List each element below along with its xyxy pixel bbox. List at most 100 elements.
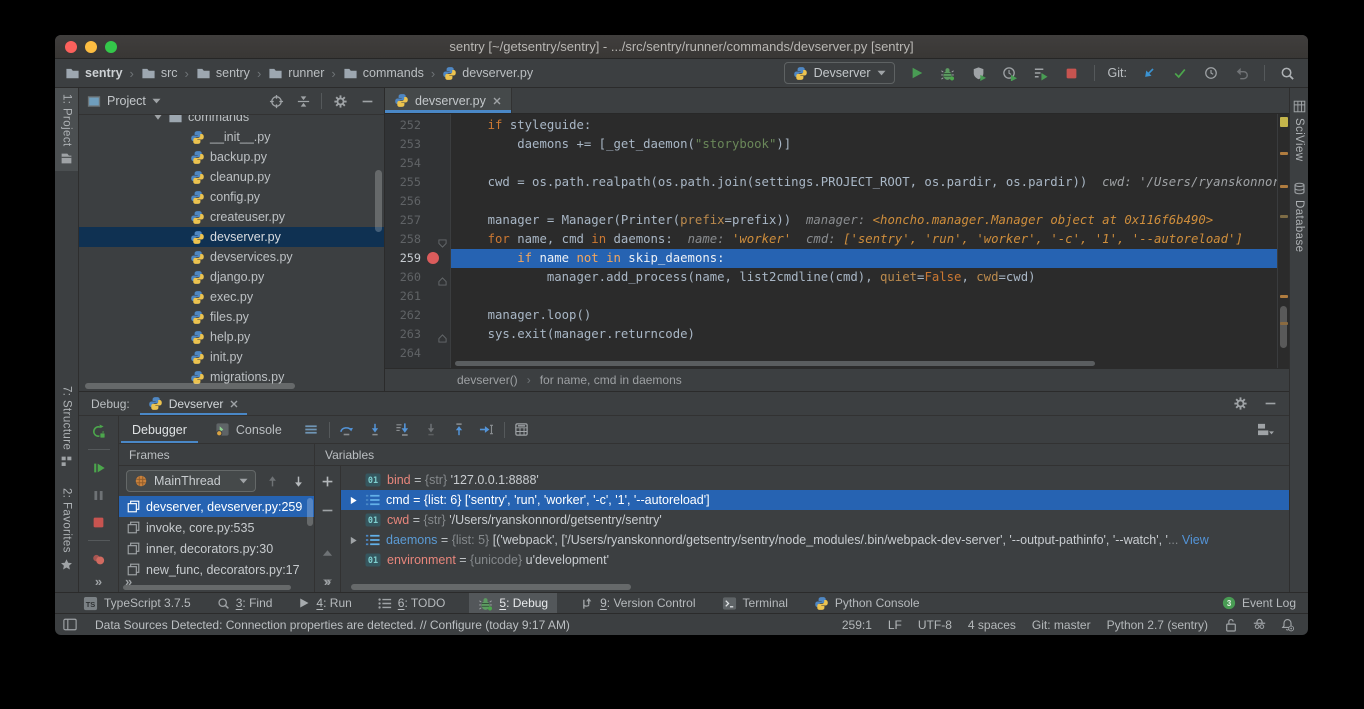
- line-number[interactable]: 260: [385, 268, 421, 287]
- project-panel-title[interactable]: Project: [107, 94, 146, 108]
- toggle-panels-icon[interactable]: [63, 618, 77, 631]
- next-frame-button[interactable]: [289, 472, 307, 490]
- code-line-254[interactable]: 254: [385, 154, 1289, 173]
- line-number[interactable]: 255: [385, 173, 421, 192]
- frames-vertical-scrollbar[interactable]: [307, 498, 313, 526]
- editor-horizontal-scrollbar[interactable]: [455, 361, 1095, 366]
- history-button[interactable]: [1202, 64, 1220, 82]
- toolwindow-button-Terminal[interactable]: Terminal: [720, 593, 790, 613]
- error-stripe-mark[interactable]: [1280, 322, 1288, 325]
- status-message[interactable]: Data Sources Detected: Connection proper…: [95, 618, 828, 632]
- code-line-252[interactable]: 252 if styleguide:: [385, 116, 1289, 135]
- breadcrumb-item[interactable]: runner: [268, 66, 324, 81]
- zoom-window-button[interactable]: [105, 41, 117, 53]
- tree-item-cleanup.py[interactable]: cleanup.py: [79, 167, 384, 187]
- variable-row-daemons[interactable]: daemons = {list: 5} [('webpack', ['/User…: [341, 530, 1289, 550]
- editor-vertical-scrollbar[interactable]: [1280, 306, 1287, 348]
- breakpoint-dot[interactable]: [427, 252, 439, 264]
- pause-button[interactable]: [90, 486, 108, 504]
- tree-item-commands[interactable]: commands: [79, 115, 384, 127]
- minimize-window-button[interactable]: [85, 41, 97, 53]
- toolwindow-button-Event Log[interactable]: 3Event Log: [1220, 596, 1298, 610]
- toolwindow-button-5: Debug[interactable]: 5: Debug: [469, 593, 557, 613]
- status-widget[interactable]: Git: master: [1032, 618, 1091, 632]
- frame-row[interactable]: inner, decorators.py:30: [119, 538, 314, 559]
- update-project-button[interactable]: [1140, 64, 1158, 82]
- frame-row[interactable]: new_func, decorators.py:17: [119, 559, 314, 580]
- tab-debugger[interactable]: Debugger: [121, 416, 198, 443]
- more-actions-chevrons[interactable]: »: [324, 574, 331, 589]
- toolwindow-button-Python Console[interactable]: Python Console: [812, 593, 922, 613]
- line-number[interactable]: 261: [385, 287, 421, 306]
- status-widget[interactable]: LF: [888, 618, 902, 632]
- variables-horizontal-scrollbar[interactable]: [351, 584, 631, 590]
- tree-item-__init__.py[interactable]: __init__.py: [79, 127, 384, 147]
- tree-item-init.py[interactable]: init.py: [79, 347, 384, 367]
- run-with-coverage-button[interactable]: [970, 64, 988, 82]
- commit-button[interactable]: [1171, 64, 1189, 82]
- stripe-item-sciview[interactable]: SciView: [1290, 94, 1308, 168]
- layout-settings-button[interactable]: [1253, 421, 1277, 439]
- tree-item-files.py[interactable]: files.py: [79, 307, 384, 327]
- hide-button[interactable]: [1261, 395, 1279, 413]
- debug-button[interactable]: [939, 64, 957, 82]
- evaluate-expression-button[interactable]: [511, 419, 533, 441]
- settings-button[interactable]: [331, 92, 349, 110]
- profile-button[interactable]: [1001, 64, 1019, 82]
- spy-icon[interactable]: [1250, 616, 1268, 634]
- variable-row-cwd[interactable]: 01 cwd = {str} '/Users/ryanskonnord/gets…: [341, 510, 1289, 530]
- view-options-button[interactable]: [299, 421, 323, 439]
- editor-breadcrumb-item[interactable]: devserver(): [457, 373, 518, 387]
- code-line-261[interactable]: 261: [385, 287, 1289, 306]
- expand-arrow-icon[interactable]: [347, 536, 359, 545]
- code-line-260[interactable]: 260 manager.add_process(name, list2cmdli…: [385, 268, 1289, 287]
- line-number[interactable]: 257: [385, 211, 421, 230]
- status-widget[interactable]: Python 2.7 (sentry): [1107, 618, 1208, 632]
- code-line-259[interactable]: 259 if name not in skip_daemons:: [385, 249, 1289, 268]
- variable-row-bind[interactable]: 01 bind = {str} '127.0.0.1:8888': [341, 470, 1289, 490]
- chevron-down-icon[interactable]: [153, 115, 163, 122]
- editor-tab-devserver[interactable]: devserver.py: [385, 88, 512, 113]
- rollback-button[interactable]: [1233, 64, 1251, 82]
- toolwindow-button-4: Run[interactable]: 4: Run: [296, 593, 353, 613]
- stop-button[interactable]: [1063, 64, 1081, 82]
- code-line-255[interactable]: 255 cwd = os.path.realpath(os.path.join(…: [385, 173, 1289, 192]
- add-watch-button[interactable]: [319, 472, 337, 490]
- code-line-257[interactable]: 257 manager = Manager(Printer(prefix=pre…: [385, 211, 1289, 230]
- variable-row-cmd[interactable]: cmd = {list: 6} ['sentry', 'run', 'worke…: [341, 490, 1289, 510]
- breadcrumb-item[interactable]: sentry: [65, 66, 123, 81]
- tree-item-backup.py[interactable]: backup.py: [79, 147, 384, 167]
- step-into-button[interactable]: [364, 419, 386, 441]
- toolwindow-button-3: Find[interactable]: 3: Find: [215, 593, 275, 613]
- resume-button[interactable]: [90, 459, 108, 477]
- thread-select[interactable]: MainThread: [126, 470, 256, 492]
- line-number[interactable]: 254: [385, 154, 421, 173]
- frames-horizontal-scrollbar[interactable]: [123, 585, 291, 590]
- project-vertical-scrollbar[interactable]: [375, 170, 382, 232]
- line-number[interactable]: 262: [385, 306, 421, 325]
- tree-item-devservices.py[interactable]: devservices.py: [79, 247, 384, 267]
- breadcrumb-item[interactable]: src: [141, 66, 178, 81]
- debug-session-tab[interactable]: Devserver: [140, 392, 248, 415]
- stop-button[interactable]: [90, 513, 108, 531]
- error-stripe-mark[interactable]: [1280, 152, 1288, 155]
- line-number[interactable]: 252: [385, 116, 421, 135]
- smart-step-into-button[interactable]: [392, 419, 414, 441]
- frame-row[interactable]: invoke, core.py:535: [119, 517, 314, 538]
- breadcrumb-item[interactable]: commands: [343, 66, 424, 81]
- remove-watch-button[interactable]: [319, 501, 337, 519]
- mute-breakpoints-button[interactable]: [90, 550, 108, 568]
- step-over-button[interactable]: [336, 419, 358, 441]
- line-number[interactable]: 253: [385, 135, 421, 154]
- editor-breadcrumb-item[interactable]: for name, cmd in daemons: [540, 373, 682, 387]
- prev-frame-button[interactable]: [263, 472, 281, 490]
- chevron-down-icon[interactable]: [152, 98, 161, 104]
- search-everywhere-button[interactable]: [1278, 64, 1296, 82]
- toolwindow-button-9: Version Control[interactable]: 9: Version Control: [579, 593, 697, 613]
- line-number[interactable]: 258: [385, 230, 421, 249]
- settings-button[interactable]: [1231, 395, 1249, 413]
- tree-item-django.py[interactable]: django.py: [79, 267, 384, 287]
- tree-item-createuser.py[interactable]: createuser.py: [79, 207, 384, 227]
- toolwindow-button-TypeScript 3.7.5[interactable]: TSTypeScript 3.7.5: [81, 593, 193, 613]
- tab-console[interactable]: Console: [204, 416, 293, 443]
